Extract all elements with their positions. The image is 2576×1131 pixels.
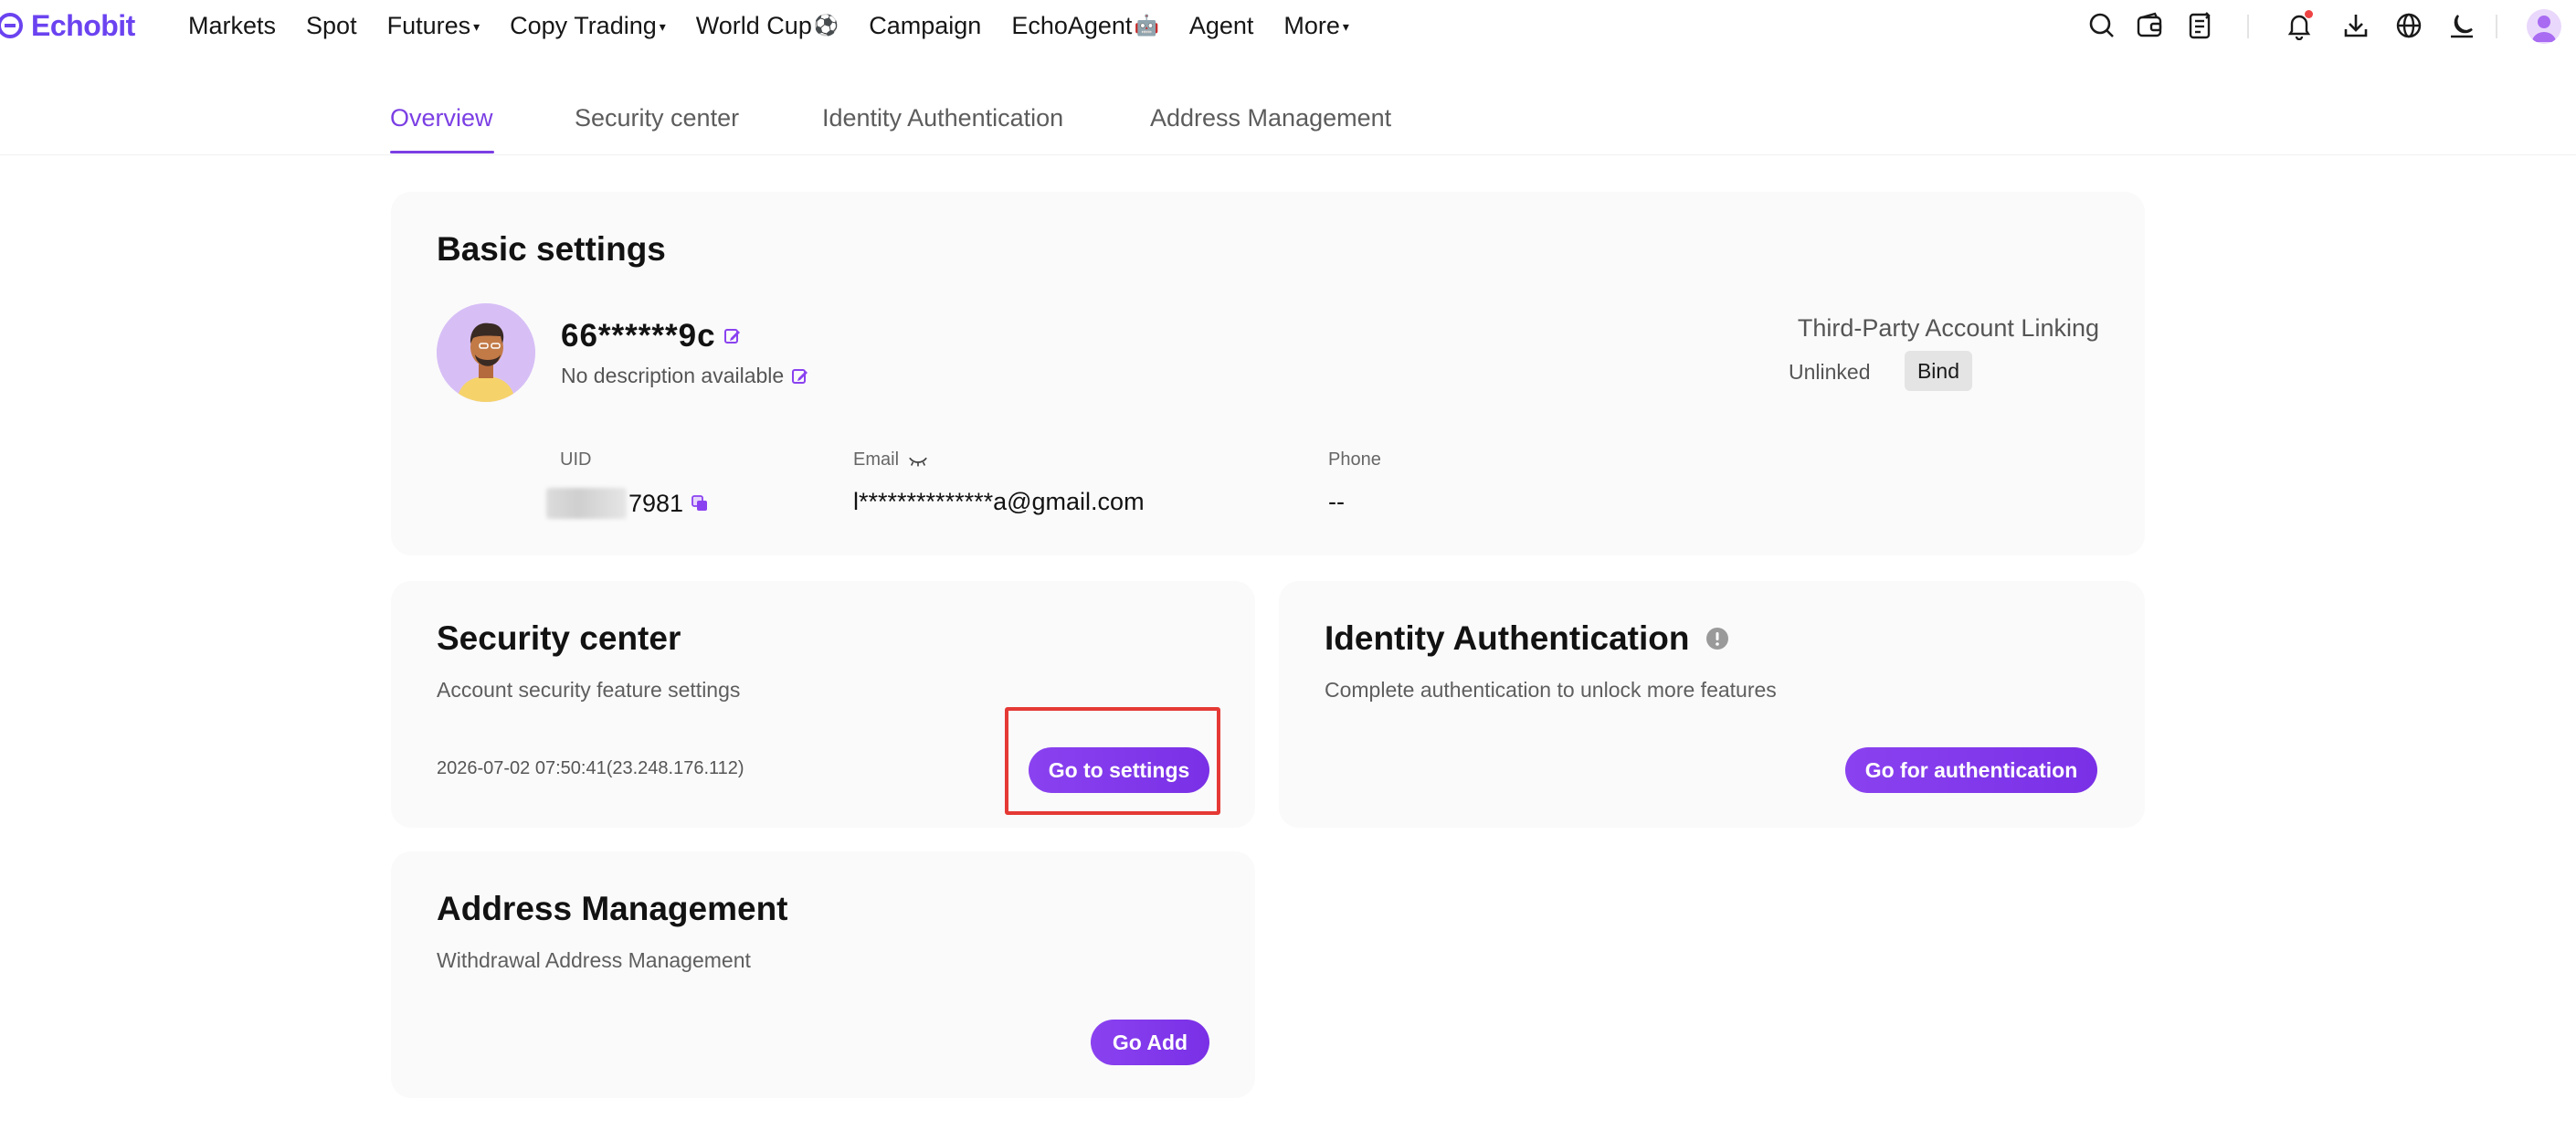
brand-name: Echobit — [31, 8, 135, 42]
basic-settings-title: Basic settings — [437, 230, 666, 268]
nav-spot[interactable]: Spot — [306, 12, 357, 40]
description-text: No description available — [561, 364, 785, 387]
phone-label: Phone — [1328, 449, 1381, 470]
search-icon[interactable] — [2086, 10, 2117, 41]
address-management-subtitle: Withdrawal Address Management — [437, 948, 751, 972]
tab-address-management[interactable]: Address Management — [1150, 104, 1391, 132]
nav-markets[interactable]: Markets — [188, 12, 276, 40]
user-avatar[interactable] — [2527, 9, 2561, 44]
identity-title-row: Identity Authentication — [1325, 619, 1729, 658]
nav-separator — [2496, 15, 2497, 38]
security-center-card: Security center Account security feature… — [391, 581, 1255, 828]
copy-icon[interactable] — [691, 494, 709, 513]
brand-logo[interactable]: Echobit — [0, 7, 135, 44]
last-login-timestamp: 2026-07-02 07:50:41(23.248.176.112) — [437, 758, 744, 778]
nav-more-label: More — [1283, 11, 1340, 39]
person-illustration-icon — [437, 303, 535, 402]
nav-spot-label: Spot — [306, 11, 357, 39]
profile-description: No description available — [561, 364, 809, 388]
robot-icon: 🤖 — [1134, 14, 1159, 37]
nav-campaign[interactable]: Campaign — [869, 12, 981, 40]
nav-copy-trading[interactable]: Copy Trading ▾ — [510, 12, 666, 40]
bind-button[interactable]: Bind — [1905, 351, 1972, 391]
profile-avatar[interactable] — [437, 303, 535, 402]
nav-markets-label: Markets — [188, 11, 277, 39]
nav-world-cup[interactable]: World Cup ⚽ — [696, 12, 839, 40]
tab-identity-authentication[interactable]: Identity Authentication — [822, 104, 1063, 132]
identity-subtitle: Complete authentication to unlock more f… — [1325, 678, 1777, 702]
email-value: l**************a@gmail.com — [853, 488, 1145, 515]
phone-value: -- — [1328, 488, 1345, 515]
edit-icon[interactable] — [791, 367, 809, 386]
username: 66******9c — [561, 318, 742, 354]
address-management-card: Address Management Withdrawal Address Ma… — [391, 851, 1255, 1098]
security-center-subtitle: Account security feature settings — [437, 678, 741, 702]
identity-authentication-card: Identity Authentication Complete authent… — [1279, 581, 2145, 828]
uid-value: 7981 — [546, 488, 709, 519]
tab-security-center[interactable]: Security center — [575, 104, 739, 132]
main-menu: Markets Spot Futures ▾ Copy Trading ▾ Worl… — [188, 7, 1379, 44]
caret-down-icon: ▾ — [659, 18, 666, 34]
logo-mark-icon — [0, 13, 23, 38]
identity-title: Identity Authentication — [1325, 619, 1690, 657]
email-label-row: Email — [853, 449, 928, 470]
nav-futures-label: Futures — [386, 11, 471, 39]
globe-icon[interactable] — [2393, 10, 2424, 41]
nav-actions — [2064, 7, 2576, 44]
nav-separator — [2247, 15, 2249, 38]
nav-agent[interactable]: Agent — [1189, 12, 1254, 40]
edit-icon[interactable] — [723, 327, 742, 345]
account-tabs: Overview Security center Identity Authen… — [0, 91, 2576, 155]
third-party-title: Third-Party Account Linking — [1797, 314, 2099, 342]
tab-overview[interactable]: Overview — [390, 104, 493, 132]
nav-copy-trading-label: Copy Trading — [510, 11, 657, 39]
security-center-title: Security center — [437, 619, 681, 657]
third-party-status: Unlinked — [1789, 360, 1871, 384]
caret-down-icon: ▾ — [473, 18, 480, 34]
nav-echoagent-label: EchoAgent — [1011, 11, 1133, 39]
username-text: 66******9c — [561, 318, 716, 354]
uid-text: 7981 — [628, 489, 684, 517]
caret-down-icon: ▾ — [1342, 18, 1349, 34]
address-management-title: Address Management — [437, 890, 788, 927]
nav-campaign-label: Campaign — [869, 11, 982, 39]
orders-icon[interactable] — [2185, 10, 2216, 41]
nav-echoagent[interactable]: EchoAgent 🤖 — [1011, 12, 1159, 40]
go-for-authentication-button[interactable]: Go for authentication — [1845, 747, 2097, 793]
email-label: Email — [853, 449, 900, 470]
moon-icon[interactable] — [2446, 10, 2477, 41]
nav-world-cup-label: World Cup — [695, 11, 812, 39]
nav-futures[interactable]: Futures ▾ — [387, 12, 480, 40]
top-navigation: Echobit Markets Spot Futures ▾ Copy Tradi… — [0, 0, 2576, 51]
info-icon[interactable] — [1705, 627, 1729, 650]
redacted-block — [546, 488, 627, 519]
wallet-icon[interactable] — [2134, 10, 2165, 41]
active-tab-indicator — [390, 151, 494, 153]
bell-icon[interactable] — [2284, 10, 2315, 41]
download-icon[interactable] — [2340, 10, 2371, 41]
uid-label: UID — [560, 449, 592, 470]
notification-dot — [2305, 10, 2313, 18]
eye-closed-icon[interactable] — [908, 453, 928, 468]
nav-agent-label: Agent — [1188, 11, 1254, 39]
soccer-ball-icon: ⚽ — [813, 14, 839, 37]
go-to-settings-button[interactable]: Go to settings — [1029, 747, 1209, 793]
nav-more[interactable]: More ▾ — [1283, 12, 1349, 40]
basic-settings-card: Basic settings 66******9c No description… — [391, 192, 2145, 555]
go-add-button[interactable]: Go Add — [1091, 1020, 1209, 1065]
